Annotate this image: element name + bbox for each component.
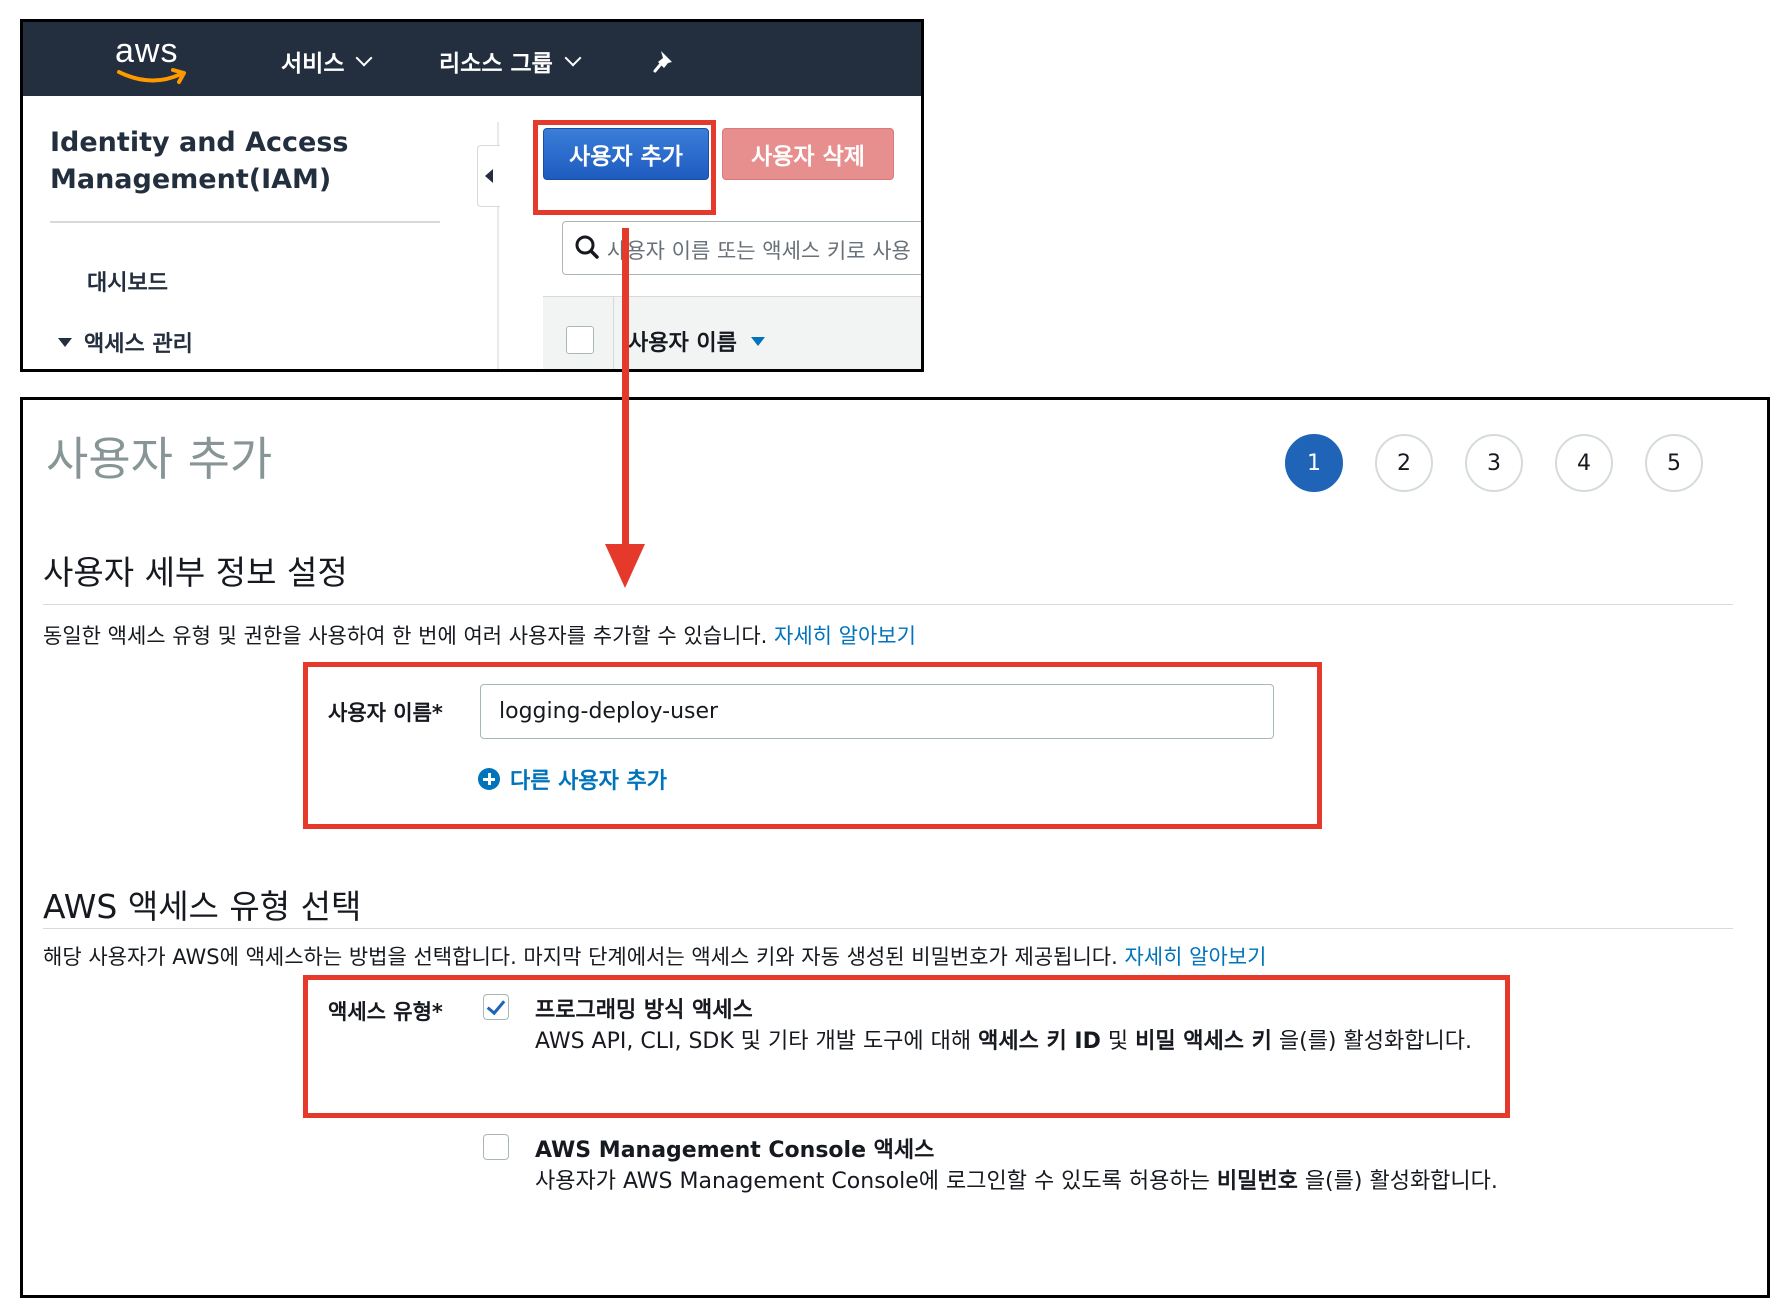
console-access-checkbox[interactable] (483, 1134, 509, 1160)
user-details-description: 동일한 액세스 유형 및 권한을 사용하여 한 번에 여러 사용자를 추가할 수… (43, 620, 916, 650)
triangle-left-icon (485, 169, 493, 183)
highlight-box-username (303, 662, 1322, 829)
console-access-description: 사용자가 AWS Management Console에 로그인할 수 있도록 … (535, 1164, 1510, 1200)
step-2[interactable]: 2 (1375, 434, 1433, 492)
step-1[interactable]: 1 (1285, 434, 1343, 492)
console-access-title: AWS Management Console 액세스 (535, 1138, 935, 1163)
sidebar-title: Identity and Access Management(IAM) (50, 127, 349, 195)
aws-logo[interactable]: aws (115, 32, 193, 90)
step-3[interactable]: 3 (1465, 434, 1523, 492)
page-title: 사용자 추가 (46, 432, 273, 486)
resource-groups-menu-label: 리소스 그룹 (439, 51, 553, 77)
chevron-down-icon (355, 49, 373, 67)
sidebar-divider (50, 221, 440, 223)
section-divider (43, 928, 1733, 929)
search-placeholder: 사용자 이름 또는 액세스 키로 사용 (607, 239, 911, 263)
services-menu-label: 서비스 (281, 51, 345, 77)
flow-arrow-icon (605, 228, 645, 588)
sidebar-item-access-management[interactable]: 액세스 관리 (58, 326, 193, 358)
desc-bold: 비밀번호 (1216, 1169, 1298, 1194)
console-snippet: aws 서비스 리소스 그룹 Identity and Access Manag… (20, 19, 924, 372)
aws-logo-text: aws (115, 32, 179, 70)
pin-icon[interactable] (652, 48, 678, 74)
user-details-heading: 사용자 세부 정보 설정 (43, 553, 348, 592)
aws-smile-icon (117, 68, 186, 84)
highlight-box-access-type (303, 975, 1510, 1118)
resource-groups-menu[interactable]: 리소스 그룹 (439, 44, 582, 78)
chevron-down-icon (564, 49, 582, 67)
access-type-heading: AWS 액세스 유형 선택 (43, 887, 362, 926)
add-user-wizard: 사용자 추가 1 2 3 4 5 사용자 세부 정보 설정 동일한 액세스 유형… (20, 397, 1770, 1298)
search-icon (575, 235, 599, 259)
desc-text: 사용자가 AWS Management Console에 로그인할 수 있도록 … (535, 1169, 1217, 1194)
highlight-box-add-user (533, 120, 716, 215)
delete-user-button[interactable]: 사용자 삭제 (722, 128, 894, 180)
learn-more-link[interactable]: 자세히 알아보기 (1124, 945, 1266, 969)
sidebar-item-label: 액세스 관리 (84, 332, 193, 357)
select-all-checkbox[interactable] (566, 326, 594, 354)
step-4[interactable]: 4 (1555, 434, 1613, 492)
desc-text: 을(를) 활성화합니다. (1297, 1169, 1498, 1194)
sidebar-item-dashboard[interactable]: 대시보드 (87, 265, 168, 297)
section-divider (43, 604, 1733, 605)
learn-more-link[interactable]: 자세히 알아보기 (774, 624, 916, 648)
description-text: 해당 사용자가 AWS에 액세스하는 방법을 선택합니다. 마지막 단계에서는 … (43, 945, 1125, 969)
sort-caret-icon (750, 336, 765, 346)
services-menu[interactable]: 서비스 (281, 44, 373, 78)
access-type-description: 해당 사용자가 AWS에 액세스하는 방법을 선택합니다. 마지막 단계에서는 … (43, 941, 1266, 971)
wizard-steps: 1 2 3 4 5 (1285, 434, 1703, 492)
caret-down-icon (58, 337, 72, 347)
step-5[interactable]: 5 (1645, 434, 1703, 492)
top-navigation-bar: aws 서비스 리소스 그룹 (23, 22, 921, 96)
description-text: 동일한 액세스 유형 및 권한을 사용하여 한 번에 여러 사용자를 추가할 수… (43, 624, 775, 648)
sidebar-collapse-button[interactable] (477, 145, 500, 207)
